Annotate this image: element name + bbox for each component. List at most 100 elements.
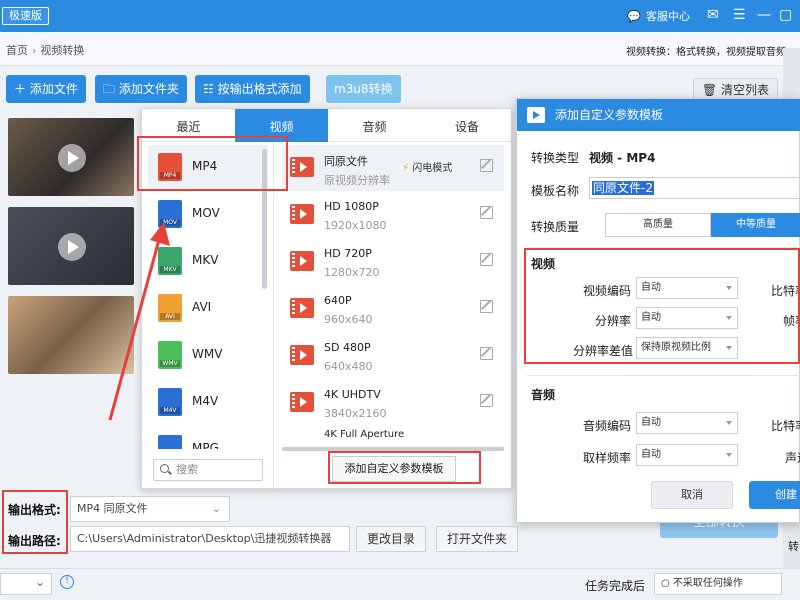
preset-name: 640P	[324, 294, 352, 307]
menu-icon[interactable]: ☰	[733, 7, 746, 23]
play-icon[interactable]	[58, 233, 86, 261]
quality-medium-option[interactable]: 中等质量	[711, 213, 800, 237]
template-name-label: 模板名称	[531, 184, 580, 198]
format-search-input[interactable]: 搜索	[153, 459, 263, 481]
add-file-button[interactable]: ＋ 添加文件	[6, 75, 86, 103]
tab-recent[interactable]: 最近	[142, 109, 235, 142]
change-directory-button[interactable]: 更改目录	[356, 526, 427, 552]
list-icon: ☷	[203, 82, 218, 96]
output-format-value: MP4 同原文件	[77, 502, 148, 515]
plus-icon: ＋	[14, 82, 30, 96]
on-complete-value: 不采取任何操作	[672, 578, 743, 589]
folder-icon: 🗀	[103, 82, 119, 96]
breadcrumb-bar: 首页 › 视频转换 视频转换：格式转换，视频提取音频	[0, 32, 800, 66]
preset-name: 4K UHDTV	[324, 388, 381, 401]
resolution-interp-select[interactable]: 保持原视频比例	[636, 337, 738, 359]
video-codec-label: 视频编码	[583, 284, 632, 298]
resolution-select[interactable]: 自动	[636, 307, 738, 329]
output-format-label: 输出格式:	[8, 503, 61, 517]
sample-rate-label: 取样频率	[583, 451, 632, 465]
convert-type-value: 视频 - MP4	[589, 151, 656, 165]
video-file-icon	[290, 157, 314, 177]
add-file-label: 添加文件	[29, 82, 78, 96]
edit-icon[interactable]	[480, 159, 493, 172]
preset-resolution: 1280x720	[324, 266, 380, 279]
format-name: WMV	[192, 347, 223, 361]
tab-audio[interactable]: 音频	[328, 109, 421, 142]
add-by-format-label: 按输出格式添加	[217, 82, 302, 96]
preset-item[interactable]: 同原文件 原视频分辨率 ⚡ 闪电模式	[282, 145, 504, 191]
tab-video[interactable]: 视频	[235, 109, 328, 142]
chevron-right-icon: ›	[32, 44, 37, 57]
output-path-field[interactable]: C:\Users\Administrator\Desktop\迅捷视频转换器	[70, 526, 350, 552]
audio-bitrate-label: 比特率	[771, 419, 800, 433]
create-button[interactable]: 创建	[749, 481, 800, 509]
template-name-input[interactable]: 同原文件-2	[589, 177, 800, 199]
format-item-mpg[interactable]: MPG	[148, 427, 268, 449]
minimize-icon[interactable]: —	[757, 7, 771, 23]
mp4-file-icon: MP4	[158, 153, 182, 181]
preset-resolution: 640x480	[324, 360, 373, 373]
add-by-format-button[interactable]: ☷ 按输出格式添加	[195, 75, 310, 103]
video-bitrate-label: 比特率	[771, 284, 800, 298]
format-name: MPG	[192, 441, 219, 449]
customer-service[interactable]: 💬 客服中心	[627, 8, 690, 24]
video-thumbnail[interactable]	[8, 118, 134, 196]
preset-item[interactable]: 4K Full Aperture	[282, 427, 504, 441]
m3u8-button[interactable]: m3u8转换	[326, 75, 401, 103]
search-placeholder: 搜索	[176, 463, 198, 476]
breadcrumb-home[interactable]: 首页	[6, 44, 28, 57]
resolution-label: 分辨率	[595, 314, 632, 328]
edit-icon[interactable]	[480, 347, 493, 360]
app-badge: 极速版	[2, 7, 49, 25]
tab-device[interactable]: 设备	[421, 109, 513, 142]
format-list-scrollbar[interactable]	[262, 149, 267, 289]
resolution-interp-label: 分辨率差值	[573, 344, 634, 358]
quality-high-option[interactable]: 高质量	[605, 213, 711, 237]
video-file-icon	[290, 345, 314, 365]
preset-resolution: 原视频分辨率	[324, 174, 390, 187]
edit-icon[interactable]	[480, 394, 493, 407]
edit-icon[interactable]	[480, 206, 493, 219]
custom-template-dialog: 添加自定义参数模板 转换类型 视频 - MP4 模板名称 同原文件-2 转换质量…	[516, 98, 800, 523]
video-file-icon	[290, 204, 314, 224]
play-icon[interactable]	[58, 144, 86, 172]
video-file-icon	[290, 251, 314, 271]
add-folder-button[interactable]: 🗀 添加文件夹	[95, 75, 187, 103]
preset-item[interactable]: 640P 960x640	[282, 286, 504, 332]
preset-name: HD 1080P	[324, 200, 379, 213]
edit-icon[interactable]	[480, 300, 493, 313]
chevron-down-icon: ⌄	[34, 575, 45, 589]
format-item-mp4[interactable]: MP4 MP4	[148, 145, 268, 189]
preset-scrollbar[interactable]	[282, 447, 504, 451]
customer-service-label: 客服中心	[646, 10, 690, 23]
dialog-header: 添加自定义参数模板	[517, 99, 800, 131]
cancel-button[interactable]: 取消	[651, 481, 733, 509]
breadcrumb: 首页 › 视频转换	[6, 42, 84, 58]
quality-label: 转换质量	[531, 220, 580, 234]
open-folder-button[interactable]: 打开文件夹	[436, 526, 519, 552]
video-section-title: 视频	[531, 257, 556, 271]
output-format-select[interactable]: MP4 同原文件 ⌄	[70, 496, 230, 522]
audio-section-title: 音频	[531, 388, 556, 402]
output-path-label: 输出路径:	[8, 534, 61, 548]
video-codec-select[interactable]: 自动	[636, 277, 738, 299]
preset-item[interactable]: HD 1080P 1920x1080	[282, 192, 504, 238]
add-custom-template-button[interactable]: 添加自定义参数模板	[332, 456, 456, 482]
preset-item[interactable]: SD 480P 640x480	[282, 333, 504, 379]
sample-rate-select[interactable]: 自动	[636, 444, 738, 466]
on-complete-select[interactable]: ○ 不采取任何操作	[654, 573, 782, 595]
edit-icon[interactable]	[480, 253, 493, 266]
preset-item[interactable]: HD 720P 1280x720	[282, 239, 504, 285]
skin-icon[interactable]: ✉	[707, 7, 719, 23]
status-dropdown[interactable]: ⌄	[0, 573, 52, 595]
mpg-file-icon	[158, 435, 182, 449]
dialog-title: 添加自定义参数模板	[555, 108, 664, 122]
info-icon[interactable]: !	[60, 575, 74, 589]
maximize-icon[interactable]: ▢	[779, 7, 792, 23]
divider	[527, 375, 800, 376]
preset-item[interactable]: 4K UHDTV 3840x2160	[282, 380, 504, 426]
video-template-icon	[527, 107, 545, 123]
audio-codec-select[interactable]: 自动	[636, 412, 738, 434]
format-name: MOV	[192, 206, 220, 220]
